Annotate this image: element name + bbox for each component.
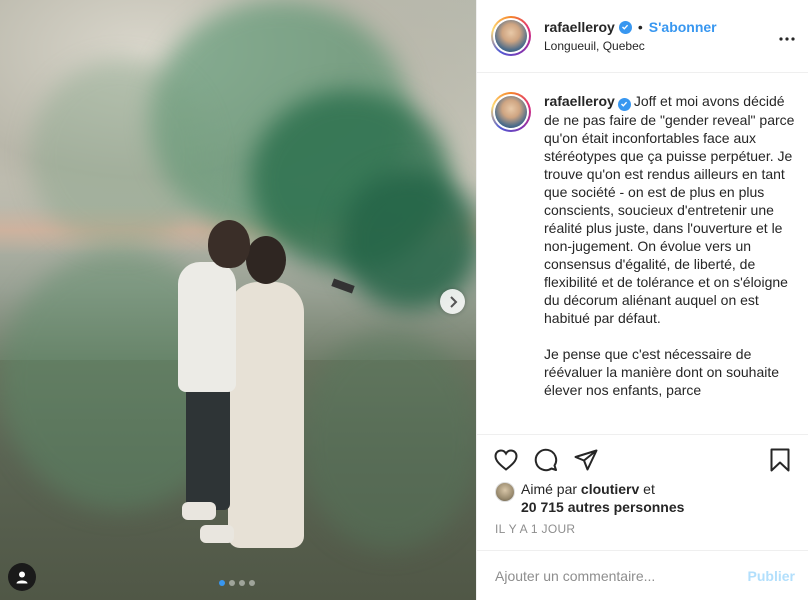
photo-woman-head: [246, 236, 286, 284]
likes-summary: Aimé par cloutierv et 20 715 autres pers…: [495, 480, 795, 516]
photo-man: [178, 262, 236, 392]
user-tag-button[interactable]: [8, 563, 36, 591]
next-photo-button[interactable]: [440, 289, 465, 314]
liker-avatar[interactable]: [495, 482, 515, 502]
comment-bar: Publier: [477, 550, 808, 600]
caption-body: rafaelleroy Joff et moi avons décidé de n…: [544, 92, 795, 434]
user-tag-icon: [16, 571, 28, 584]
action-bar: [477, 434, 808, 484]
post-photo[interactable]: [0, 0, 476, 600]
follow-button[interactable]: S'abonner: [649, 19, 717, 35]
photo-smoke-flare: [331, 278, 355, 294]
carousel-dot: [239, 580, 245, 586]
likes-and: et: [643, 481, 655, 497]
comment-input[interactable]: [495, 567, 748, 584]
likes-text: Aimé par cloutierv et 20 715 autres pers…: [521, 480, 684, 516]
author-username[interactable]: rafaelleroy: [544, 19, 615, 35]
caption-text: Joff et moi avons décidé de ne pas faire…: [544, 93, 799, 326]
caption-text-continued: Je pense que c'est nécessaire de réévalu…: [544, 345, 783, 398]
more-options-icon: [779, 37, 795, 41]
caption-avatar[interactable]: [491, 92, 531, 434]
verified-icon: [617, 97, 631, 111]
liker-username[interactable]: cloutierv: [581, 481, 639, 497]
caption-area[interactable]: rafaelleroy Joff et moi avons décidé de n…: [477, 74, 808, 434]
bookmark-icon: [770, 448, 790, 471]
share-button[interactable]: [573, 447, 599, 473]
photo-shoe: [200, 525, 234, 543]
photo-smoke: [300, 330, 476, 550]
share-icon: [574, 449, 598, 470]
avatar-border: [493, 94, 529, 130]
avatar-border: [493, 18, 529, 54]
publish-button[interactable]: Publier: [748, 568, 795, 584]
avatar-image: [495, 96, 527, 128]
author-row: rafaelleroy • S'abonner: [544, 19, 717, 35]
like-button[interactable]: [493, 447, 519, 473]
carousel-dot: [219, 580, 225, 586]
photo-man-head: [208, 220, 250, 268]
heart-icon: [494, 448, 518, 471]
author-avatar[interactable]: [491, 16, 531, 56]
carousel-dot: [249, 580, 255, 586]
next-arrow-icon: [449, 295, 457, 308]
comment-icon: [534, 448, 558, 471]
caption-username[interactable]: rafaelleroy: [544, 93, 615, 109]
post-header: rafaelleroy • S'abonner Longueuil, Quebe…: [477, 0, 808, 73]
post-timestamp[interactable]: IL Y A 1 JOUR: [495, 522, 575, 536]
likes-prefix: Aimé par: [521, 481, 578, 497]
author-info: rafaelleroy • S'abonner Longueuil, Quebe…: [544, 19, 717, 53]
photo-smoke: [30, 60, 210, 250]
save-button[interactable]: [767, 447, 793, 473]
carousel-dot: [229, 580, 235, 586]
verified-icon: [618, 20, 632, 34]
comment-button[interactable]: [533, 447, 559, 473]
post-location[interactable]: Longueuil, Quebec: [544, 39, 717, 53]
separator: •: [637, 19, 643, 35]
carousel-indicator: [219, 580, 255, 586]
more-options-button[interactable]: [779, 28, 795, 46]
photo-man-legs: [186, 385, 230, 510]
caption-avatar-ring: [491, 92, 531, 132]
photo-shoe: [182, 502, 216, 520]
post-details-panel: rafaelleroy • S'abonner Longueuil, Quebe…: [476, 0, 808, 600]
avatar-image: [495, 20, 527, 52]
photo-woman: [228, 282, 304, 548]
likes-others-link[interactable]: 20 715 autres personnes: [521, 499, 684, 515]
